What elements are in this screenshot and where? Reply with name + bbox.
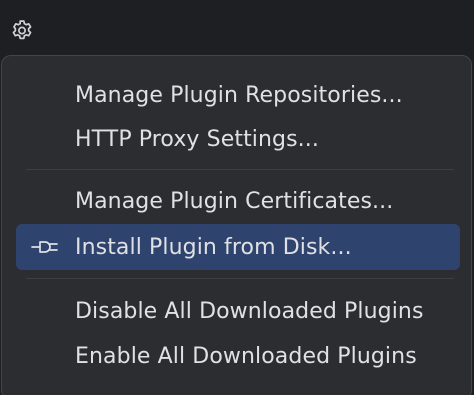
menu-item-http-proxy-settings[interactable]: HTTP Proxy Settings...: [16, 116, 460, 162]
menu-separator: [26, 278, 454, 279]
menu-item-label: Manage Plugin Certificates...: [75, 188, 394, 214]
plugin-settings-menu: Manage Plugin Repositories... HTTP Proxy…: [1, 55, 472, 395]
menu-item-label: Disable All Downloaded Plugins: [75, 298, 424, 324]
menu-item-manage-plugin-certificates[interactable]: Manage Plugin Certificates...: [16, 178, 460, 224]
gear-icon: [12, 20, 32, 40]
menu-item-label: Install Plugin from Disk...: [75, 234, 352, 260]
menu-item-enable-all-downloaded-plugins[interactable]: Enable All Downloaded Plugins: [16, 333, 460, 379]
menu-item-label: Enable All Downloaded Plugins: [75, 343, 417, 369]
menu-item-install-plugin-from-disk[interactable]: Install Plugin from Disk...: [16, 224, 460, 270]
plugin-settings-area: Manage Plugin Repositories... HTTP Proxy…: [0, 0, 474, 395]
menu-item-disable-all-downloaded-plugins[interactable]: Disable All Downloaded Plugins: [16, 288, 460, 334]
plug-icon: [31, 241, 58, 253]
settings-gear-button[interactable]: [4, 12, 40, 48]
menu-item-manage-plugin-repositories[interactable]: Manage Plugin Repositories...: [16, 72, 460, 118]
menu-item-label: HTTP Proxy Settings...: [75, 126, 319, 152]
menu-item-label: Manage Plugin Repositories...: [75, 82, 403, 108]
menu-separator: [26, 169, 454, 170]
